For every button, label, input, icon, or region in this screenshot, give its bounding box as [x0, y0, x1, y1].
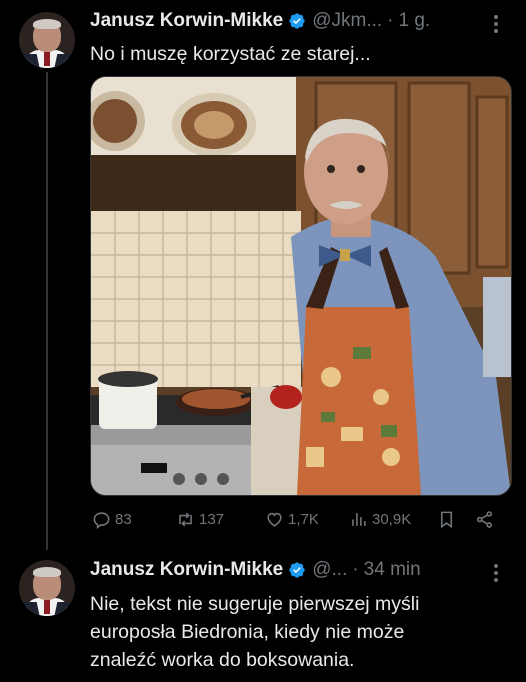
avatar[interactable] [19, 560, 75, 616]
separator-dot: · [387, 10, 394, 31]
views-icon [352, 513, 366, 526]
repost-icon [179, 512, 192, 527]
action-bar: 83 137 1,7K 30,9K [90, 510, 510, 532]
reply-count: 83 [115, 511, 132, 528]
repost-count: 137 [199, 511, 225, 528]
author-name[interactable]: Janusz Korwin-Mikke [90, 10, 283, 32]
views-button[interactable]: 30,9K [349, 510, 411, 529]
more-icon[interactable] [493, 14, 499, 37]
thread-line [46, 72, 48, 550]
kitchen-photo [91, 77, 511, 495]
like-button[interactable]: 1,7K [265, 510, 319, 529]
share-icon [476, 511, 493, 528]
author-name[interactable]: Janusz Korwin-Mikke [90, 559, 283, 581]
tweet-text-line: europosła Biedronia, kiedy nie może [90, 621, 405, 643]
more-icon[interactable] [493, 563, 499, 586]
author-handle[interactable]: @... [312, 559, 347, 581]
like-icon [267, 512, 282, 527]
share-button[interactable] [475, 510, 498, 529]
timestamp[interactable]: 34 min [364, 559, 421, 581]
repost-button[interactable]: 137 [176, 510, 224, 529]
tweet-header: Janusz Korwin-Mikke @... · 34 min [90, 559, 421, 581]
tweet-text: No i muszę korzystać ze starej... [90, 43, 371, 65]
reply-button[interactable]: 83 [92, 510, 132, 529]
timestamp[interactable]: 1 g. [399, 10, 431, 32]
reply-icon [93, 512, 110, 529]
separator-dot: · [352, 559, 359, 580]
views-count: 30,9K [372, 511, 412, 528]
like-count: 1,7K [288, 511, 319, 528]
author-handle[interactable]: @Jkm... [312, 10, 382, 32]
tweet-photo[interactable] [90, 76, 512, 496]
tweet-header: Janusz Korwin-Mikke @Jkm... · 1 g. [90, 10, 430, 32]
avatar[interactable] [19, 12, 75, 68]
tweet-text: Nie, tekst nie sugeruje pierwszej myśli … [90, 590, 419, 674]
bookmark-icon [440, 511, 453, 529]
verified-icon [289, 13, 305, 29]
verified-icon [289, 562, 305, 578]
tweet-text-line: Nie, tekst nie sugeruje pierwszej myśli [90, 593, 420, 615]
tweet-text-line: znaleźć worka do boksowania. [90, 649, 355, 671]
bookmark-button[interactable] [437, 510, 460, 529]
